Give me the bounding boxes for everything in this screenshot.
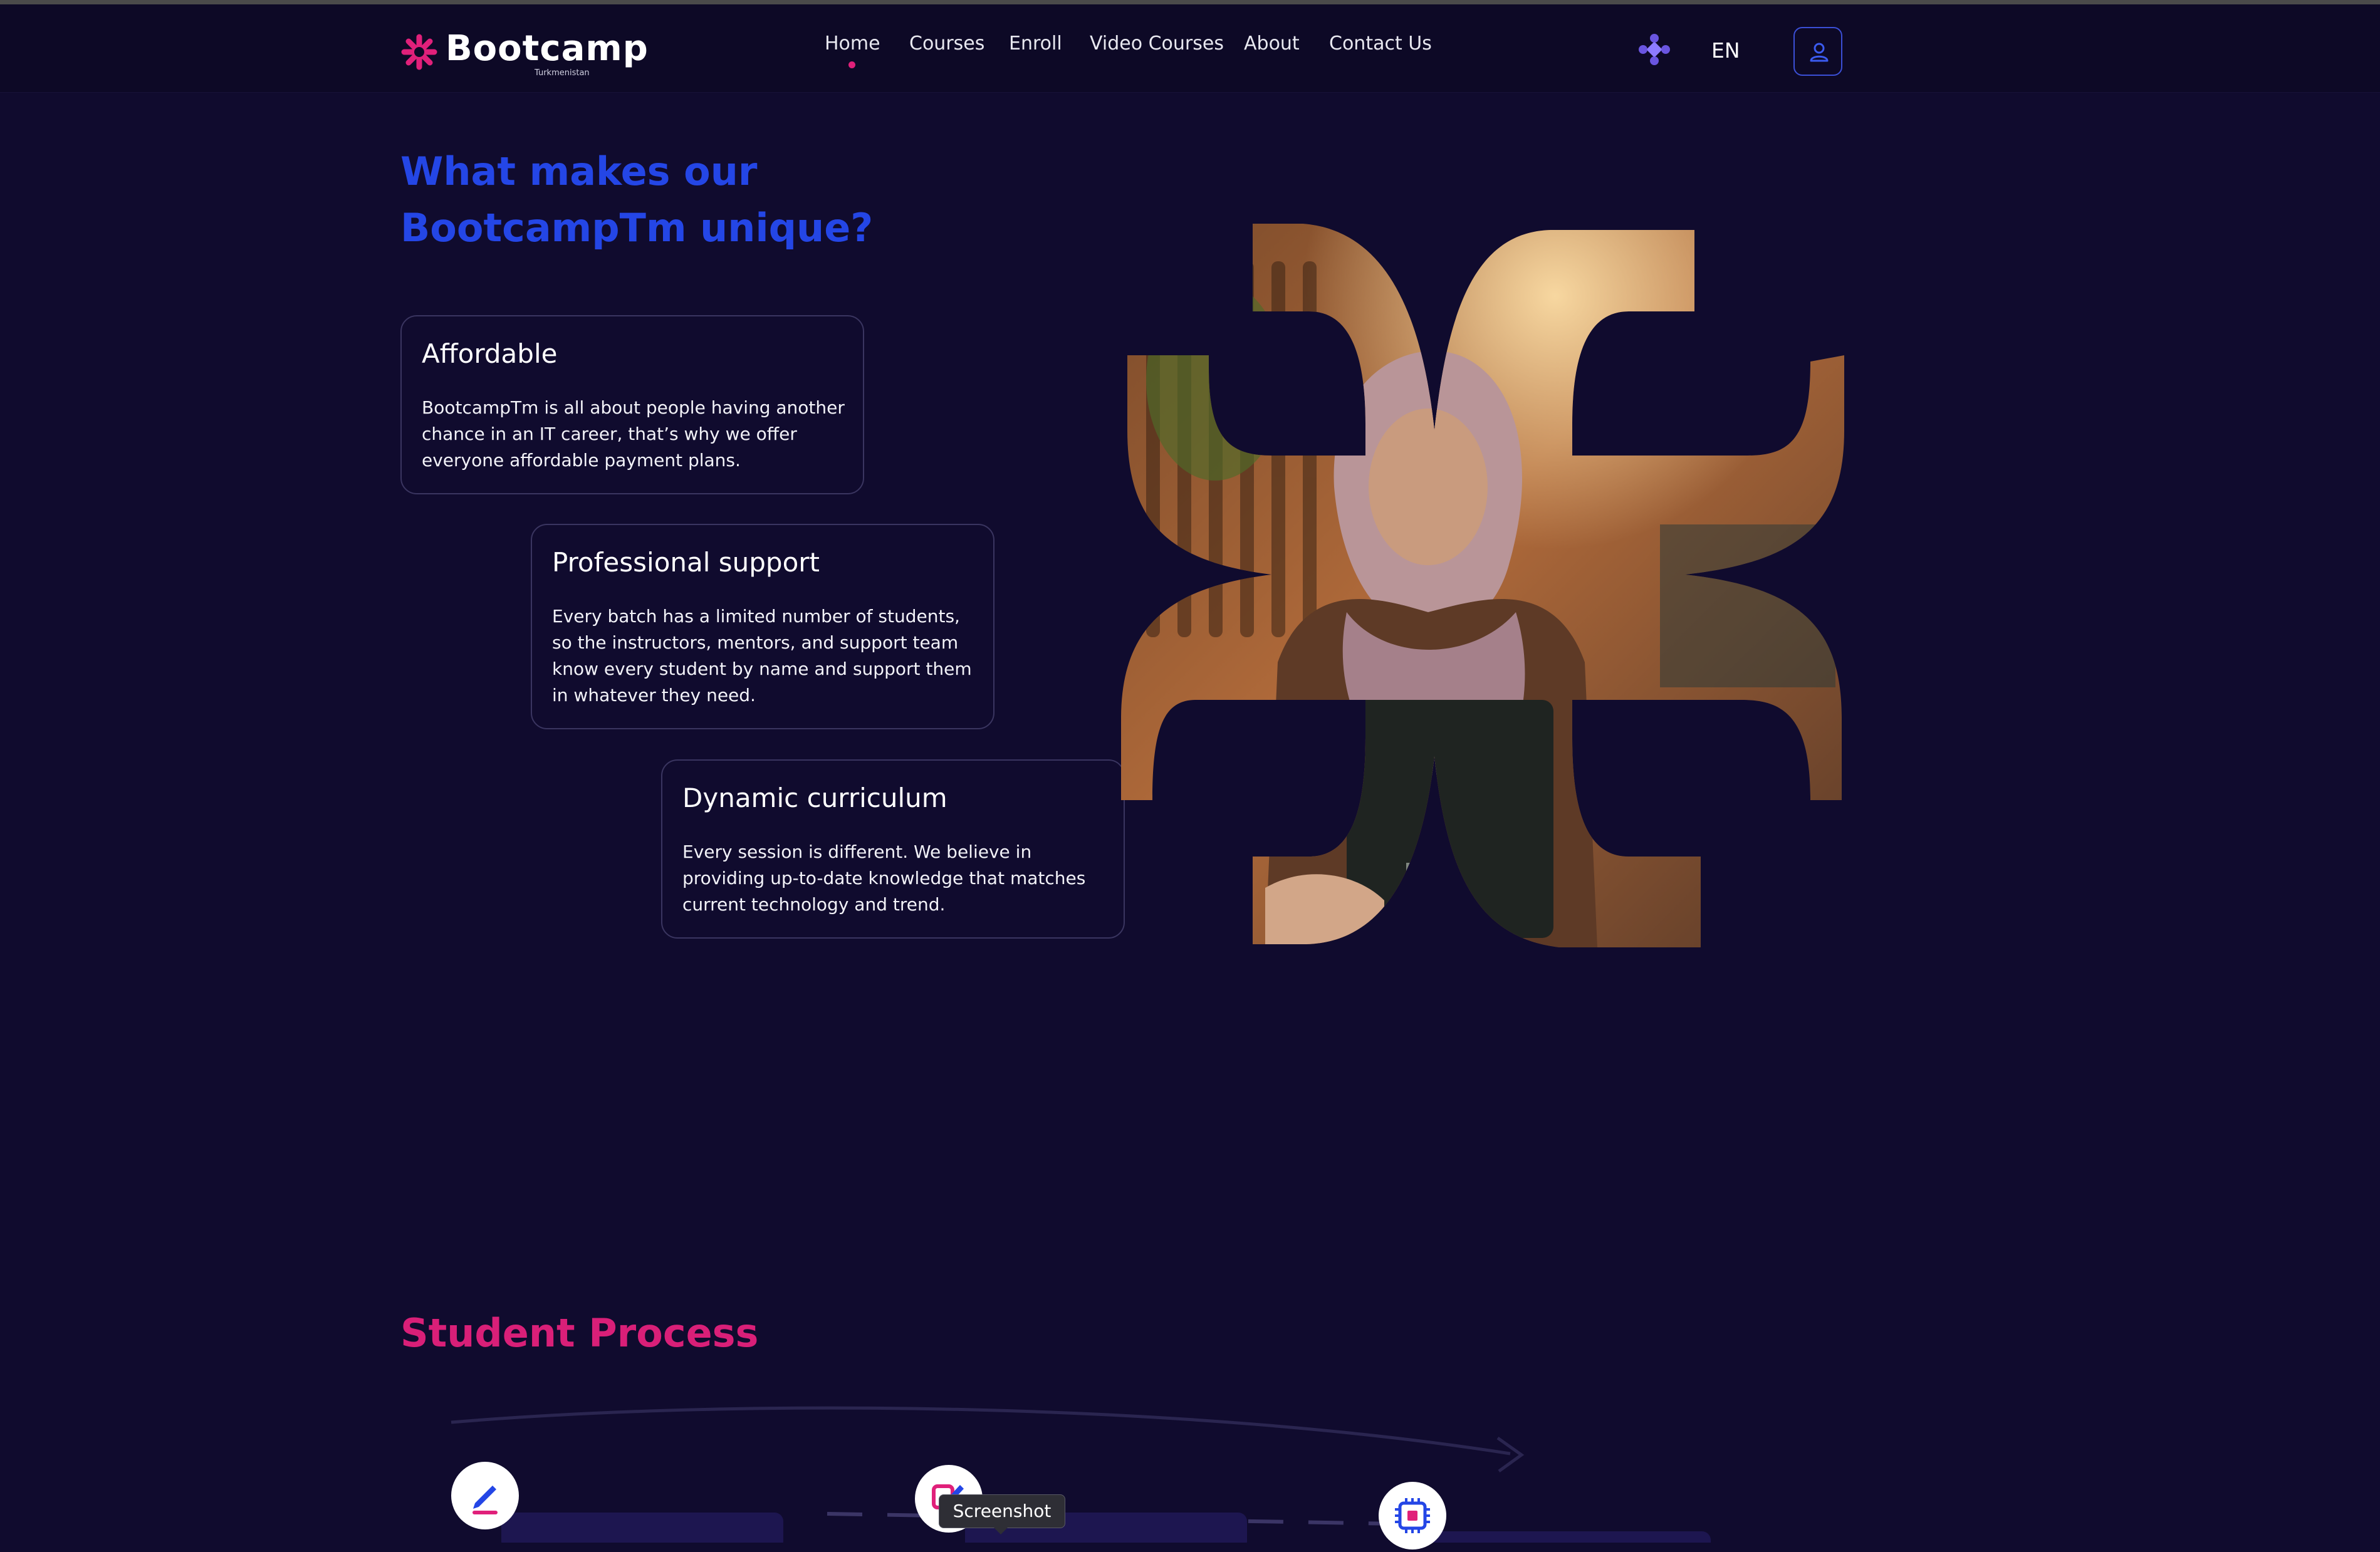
feature-card-dynamic-curriculum: Dynamic curriculum Every session is diff… (661, 759, 1125, 939)
process-step-3[interactable] (1379, 1482, 1446, 1549)
logo-text: Bootcamp (446, 28, 649, 69)
nav-enroll[interactable]: Enroll (1009, 33, 1062, 55)
card-title: Dynamic curriculum (682, 783, 947, 813)
student-process-title: Student Process (400, 1310, 759, 1357)
user-button[interactable] (1793, 27, 1842, 76)
logo-asterisk-icon (401, 34, 437, 70)
card-title: Professional support (552, 547, 820, 578)
language-selector[interactable]: EN (1711, 38, 1740, 63)
unique-section-title: What makes our BootcampTm unique? (400, 143, 902, 256)
chip-icon (1395, 1498, 1430, 1533)
feature-card-affordable: Affordable BootcampTm is all about peopl… (400, 315, 864, 494)
window-top-edge (0, 0, 2380, 4)
screenshot-tooltip: Screenshot (939, 1494, 1065, 1528)
card-text: Every session is different. We believe i… (682, 841, 1086, 915)
pen-icon (472, 1486, 498, 1514)
user-icon (1810, 43, 1829, 62)
tooltip-arrow (994, 1528, 1008, 1534)
student-photo-collage (1121, 224, 1844, 947)
nav-contact-us[interactable]: Contact Us (1329, 33, 1432, 55)
apps-grid-icon[interactable] (1634, 29, 1674, 70)
nav-home[interactable]: Home (825, 33, 880, 55)
student-photo-image (1121, 224, 1844, 947)
process-timeline (451, 1406, 1711, 1543)
site-header: Bootcamp Turkmenistan Home Courses Enrol… (0, 4, 2380, 93)
unique-title-line2: BootcampTm unique? (400, 205, 874, 251)
active-nav-indicator (848, 61, 855, 68)
nav-video-courses[interactable]: Video Courses (1090, 33, 1224, 55)
card-text: BootcampTm is all about people having an… (422, 397, 845, 471)
process-step-1[interactable] (451, 1462, 519, 1529)
feature-card-professional-support: Professional support Every batch has a l… (531, 524, 994, 729)
card-title: Affordable (422, 338, 558, 369)
nav-about[interactable]: About (1244, 33, 1300, 55)
card-text: Every batch has a limited number of stud… (552, 606, 972, 706)
nav-courses[interactable]: Courses (909, 33, 984, 55)
logo-subtext: Turkmenistan (535, 68, 590, 78)
unique-title-line1: What makes our (400, 148, 758, 195)
